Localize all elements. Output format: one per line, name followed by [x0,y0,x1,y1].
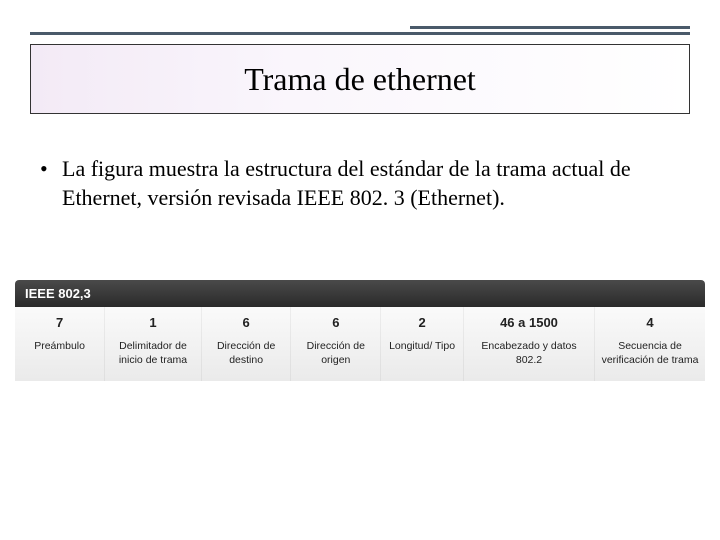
frame-field: 7 Preámbulo [15,307,105,381]
field-bytes: 7 [19,315,100,330]
frame-field: 6 Dirección de destino [201,307,291,381]
field-label: Encabezado y datos 802.2 [468,340,590,367]
field-label: Delimitador de inicio de trama [109,340,197,367]
decorative-top-rule [30,26,690,36]
title-box: Trama de ethernet [30,44,690,114]
field-bytes: 46 a 1500 [468,315,590,330]
bullet-text: La figura muestra la estructura del está… [62,155,680,212]
slide-title: Trama de ethernet [244,61,476,98]
frame-field: 6 Dirección de origen [291,307,381,381]
field-label: Preámbulo [19,340,100,354]
field-label: Dirección de destino [206,340,287,367]
field-label: Longitud/ Tipo [385,340,459,354]
frame-field: 46 a 1500 Encabezado y datos 802.2 [463,307,594,381]
frame-field: 1 Delimitador de inicio de trama [105,307,202,381]
frame-field: 4 Secuencia de verificación de trama [595,307,705,381]
field-bytes: 2 [385,315,459,330]
field-label: Secuencia de verificación de trama [599,340,701,367]
field-bytes: 6 [295,315,376,330]
field-label: Dirección de origen [295,340,376,367]
field-bytes: 4 [599,315,701,330]
field-bytes: 1 [109,315,197,330]
ethernet-frame-diagram: IEEE 802,3 7 Preámbulo 1 Delimitador de … [15,280,705,381]
bullet-dot: • [40,155,62,212]
body-text: • La figura muestra la estructura del es… [40,155,680,212]
frame-header: IEEE 802,3 [15,280,705,307]
field-bytes: 6 [206,315,287,330]
frame-field: 2 Longitud/ Tipo [381,307,464,381]
frame-fields-table: 7 Preámbulo 1 Delimitador de inicio de t… [15,307,705,381]
